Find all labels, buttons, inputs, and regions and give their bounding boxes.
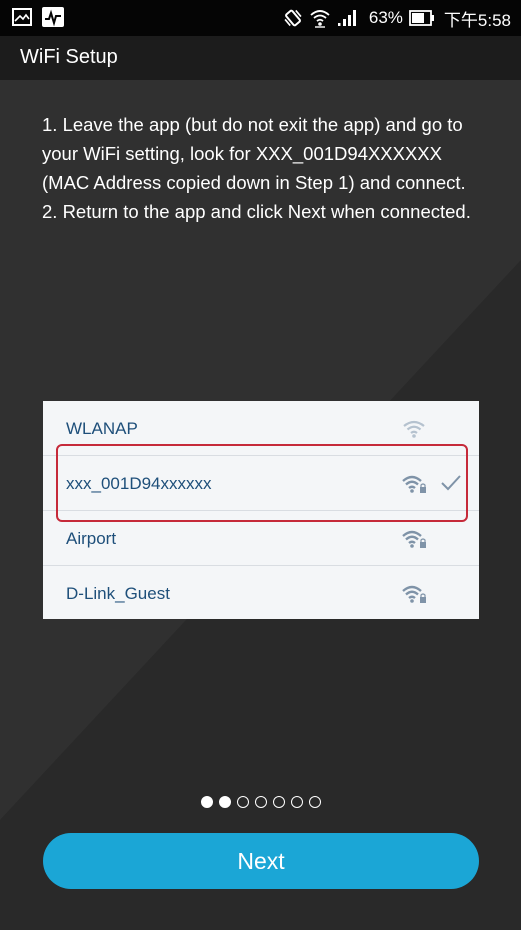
cell-signal-icon — [337, 10, 356, 26]
page-dot — [236, 796, 249, 808]
activity-icon — [42, 7, 64, 27]
page-dot — [200, 796, 213, 808]
page-title: WiFi Setup — [20, 46, 118, 68]
instruction-step-2: 2. Return to the app and click Next when… — [42, 201, 471, 222]
instruction-step-1: 1. Leave the app (but do not exit the ap… — [42, 114, 466, 193]
next-button[interactable]: Next — [43, 833, 479, 889]
page-dot — [272, 796, 285, 808]
wifi-network-name: D-Link_Guest — [66, 584, 170, 603]
battery-percent: 63% — [368, 8, 403, 27]
page-dot — [290, 796, 303, 808]
selected-network-highlight — [56, 444, 468, 522]
page-dot-current — [218, 796, 231, 808]
page-dot — [308, 796, 321, 808]
image-notification-icon — [12, 8, 32, 26]
wifi-icon — [310, 10, 330, 28]
battery-icon — [409, 10, 434, 26]
title-bar: WiFi Setup — [0, 36, 521, 80]
wifi-secured-signal-icon — [402, 585, 426, 603]
wifi-secured-signal-icon — [402, 530, 426, 548]
page-dot — [254, 796, 267, 808]
instructions-text: 1. Leave the app (but do not exit the ap… — [42, 110, 482, 226]
status-bar: 63% 下午5:58 — [0, 0, 521, 36]
clock: 下午5:58 — [443, 10, 511, 30]
wifi-signal-icon — [403, 420, 425, 438]
vibrate-icon — [284, 9, 302, 27]
wifi-network-row: D-Link_Guest — [43, 566, 479, 621]
page-indicator — [0, 796, 521, 808]
